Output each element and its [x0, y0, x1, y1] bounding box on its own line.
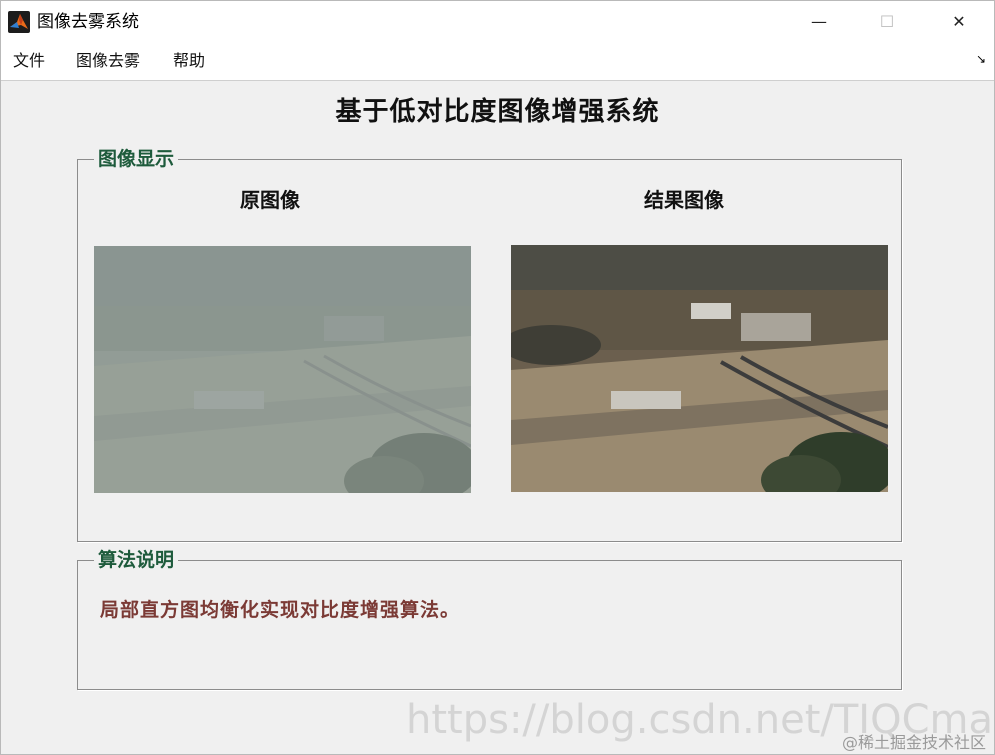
maximize-icon: ☐ [879, 12, 895, 31]
original-image [94, 246, 471, 493]
algorithm-description: 局部直方图均衡化实现对比度增强算法。 [100, 599, 461, 621]
title-bar[interactable]: 图像去雾系统 — ☐ ✕ [1, 1, 994, 42]
result-image-label: 结果图像 [644, 188, 724, 212]
menu-image-dehaze[interactable]: 图像去雾 [76, 51, 140, 71]
watermark-site: @稀土掘金技术社区 [841, 733, 986, 752]
minimize-icon: — [811, 12, 827, 31]
close-button[interactable]: ✕ [929, 1, 989, 42]
app-window: 图像去雾系统 — ☐ ✕ 文件 图像去雾 帮助 ↘ 基于低对比度图像增强系统 图… [0, 0, 995, 755]
maximize-button[interactable]: ☐ [857, 1, 917, 42]
dock-arrow-icon[interactable]: ↘ [976, 52, 986, 66]
minimize-button[interactable]: — [789, 1, 849, 42]
page-title: 基于低对比度图像增强系统 [335, 97, 660, 127]
close-icon: ✕ [952, 12, 966, 31]
haze-overlay [94, 246, 471, 493]
matlab-logo-icon [8, 11, 30, 33]
menu-file[interactable]: 文件 [13, 51, 45, 71]
original-image-label: 原图像 [240, 188, 300, 212]
image-panel-legend: 图像显示 [94, 147, 179, 171]
image-display-panel: 图像显示 原图像 结果图像 [77, 147, 902, 542]
window-title: 图像去雾系统 [37, 12, 139, 32]
menu-bar: 文件 图像去雾 帮助 ↘ [1, 42, 994, 81]
menu-help[interactable]: 帮助 [173, 51, 205, 71]
algorithm-panel-legend: 算法说明 [94, 548, 179, 572]
algorithm-panel: 算法说明 局部直方图均衡化实现对比度增强算法。 [77, 548, 902, 690]
result-image [511, 245, 888, 492]
